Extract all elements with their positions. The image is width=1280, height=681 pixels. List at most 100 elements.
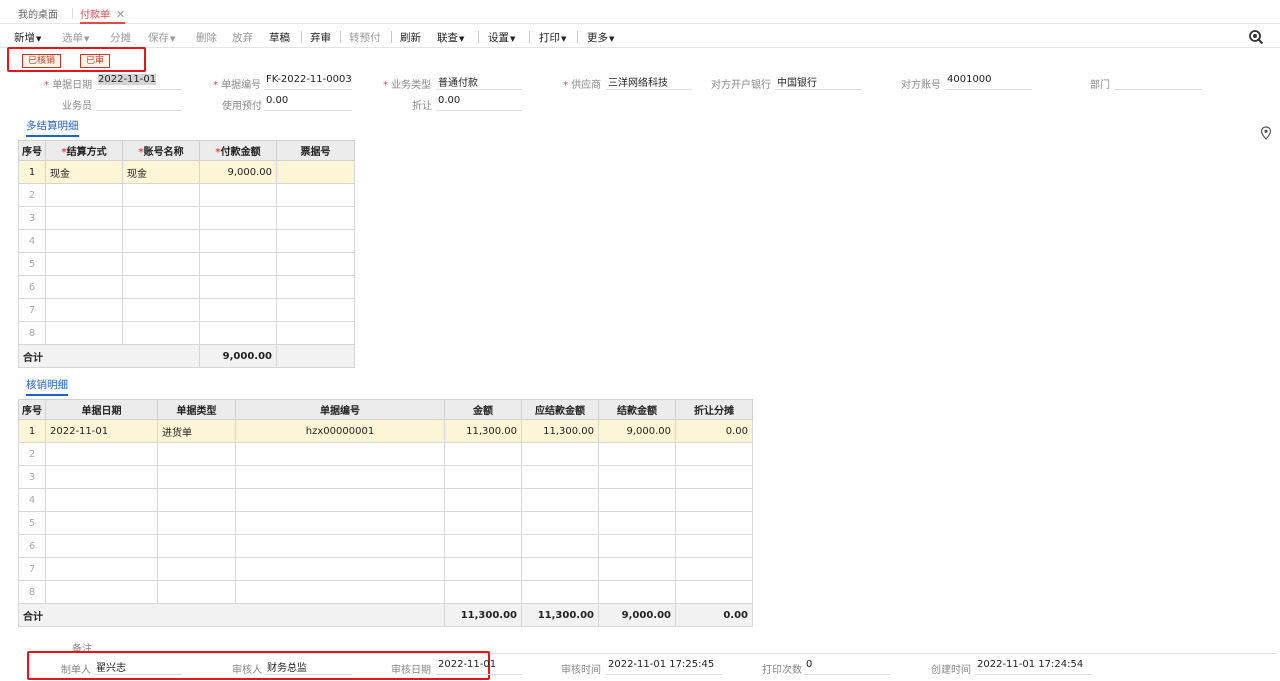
table-row[interactable]: 2 <box>18 442 753 466</box>
table-cell[interactable] <box>235 511 445 535</box>
save-button[interactable]: 保存▼ <box>148 30 175 45</box>
to-prepay-button[interactable]: 转预付 <box>349 30 381 45</box>
table-row[interactable]: 2 <box>18 183 355 207</box>
table-row[interactable]: 8 <box>18 580 753 604</box>
table-cell[interactable] <box>199 298 277 322</box>
table-cell[interactable] <box>521 442 599 466</box>
table-cell[interactable] <box>199 321 277 345</box>
table-row[interactable]: 7 <box>18 298 355 322</box>
table-cell[interactable] <box>276 275 355 299</box>
table-row[interactable]: 3 <box>18 465 753 489</box>
table-cell[interactable] <box>235 465 445 489</box>
table-cell[interactable] <box>122 183 200 207</box>
tab-home[interactable]: 我的桌面 <box>18 6 58 24</box>
new-button[interactable]: 新增▼ <box>14 30 41 45</box>
table-cell[interactable] <box>235 442 445 466</box>
table-cell[interactable] <box>675 580 753 604</box>
table-cell[interactable] <box>199 252 277 276</box>
table-cell[interactable] <box>45 321 123 345</box>
unaudit-button[interactable]: 弃审 <box>310 30 331 45</box>
table-cell[interactable] <box>521 557 599 581</box>
table-cell[interactable] <box>45 206 123 230</box>
table-cell[interactable] <box>675 465 753 489</box>
table-cell[interactable] <box>157 580 236 604</box>
table-cell[interactable] <box>45 275 123 299</box>
table-cell[interactable] <box>45 580 158 604</box>
table-cell[interactable] <box>45 442 158 466</box>
table-cell[interactable] <box>598 488 676 512</box>
table-cell[interactable] <box>45 183 123 207</box>
doc-no-field[interactable]: FK-2022-11-0003 <box>264 74 352 90</box>
doc-no-link[interactable]: hzx00000001 <box>235 419 445 443</box>
table-cell[interactable] <box>235 534 445 558</box>
table-cell[interactable] <box>675 557 753 581</box>
table-row[interactable]: 4 <box>18 488 753 512</box>
table-cell[interactable] <box>444 511 522 535</box>
table-cell[interactable] <box>122 229 200 253</box>
maker-field[interactable]: 翟兴志 <box>94 659 182 675</box>
table-cell[interactable] <box>276 321 355 345</box>
table-cell[interactable] <box>444 465 522 489</box>
linked-query-button[interactable]: 联查▼ <box>437 30 464 45</box>
table-cell[interactable] <box>598 511 676 535</box>
table-cell[interactable] <box>521 511 599 535</box>
table-cell[interactable] <box>45 511 158 535</box>
table-row[interactable]: 6 <box>18 534 753 558</box>
allocate-button[interactable]: 分摊 <box>110 30 131 45</box>
print-button[interactable]: 打印▼ <box>539 30 566 45</box>
table-cell[interactable] <box>122 252 200 276</box>
table-cell[interactable] <box>276 252 355 276</box>
auditor-field[interactable]: 财务总监 <box>265 659 352 675</box>
table-cell[interactable] <box>45 229 123 253</box>
prepay-field[interactable]: 0.00 <box>264 95 352 111</box>
table-cell[interactable] <box>276 229 355 253</box>
table-row[interactable]: 3 <box>18 206 355 230</box>
table-cell[interactable] <box>598 465 676 489</box>
ticket-no-cell[interactable] <box>276 160 355 184</box>
amount-cell[interactable]: 11,300.00 <box>444 419 522 443</box>
table-cell[interactable] <box>45 488 158 512</box>
table-row[interactable]: 4 <box>18 229 355 253</box>
account-name-cell[interactable]: 现金 <box>122 160 200 184</box>
discount-field[interactable]: 0.00 <box>436 95 522 111</box>
table-cell[interactable] <box>122 321 200 345</box>
table-cell[interactable] <box>157 557 236 581</box>
table-cell[interactable] <box>276 298 355 322</box>
table-cell[interactable] <box>598 580 676 604</box>
table-cell[interactable] <box>157 442 236 466</box>
location-pin-icon[interactable] <box>1260 126 1272 140</box>
table-row[interactable]: 6 <box>18 275 355 299</box>
table-row[interactable]: 1 2022-11-01 进货单 hzx00000001 11,300.00 1… <box>18 419 753 443</box>
discount-alloc-cell[interactable]: 0.00 <box>675 419 753 443</box>
table-cell[interactable] <box>675 442 753 466</box>
table-cell[interactable] <box>444 580 522 604</box>
table-cell[interactable] <box>122 206 200 230</box>
discard-button[interactable]: 放弃 <box>232 30 253 45</box>
table-cell[interactable] <box>199 206 277 230</box>
table-cell[interactable] <box>122 275 200 299</box>
table-cell[interactable] <box>199 275 277 299</box>
table-cell[interactable] <box>45 557 158 581</box>
zoom-search-icon[interactable] <box>1248 29 1264 45</box>
dept-field[interactable] <box>1114 74 1202 90</box>
table-cell[interactable] <box>598 442 676 466</box>
table-cell[interactable] <box>45 298 123 322</box>
table-cell[interactable] <box>157 465 236 489</box>
pay-amount-cell[interactable]: 9,000.00 <box>199 160 277 184</box>
print-count-field[interactable]: 0 <box>804 659 890 675</box>
table-cell[interactable] <box>675 511 753 535</box>
table-cell[interactable] <box>199 183 277 207</box>
table-cell[interactable] <box>157 511 236 535</box>
refresh-button[interactable]: 刷新 <box>400 30 421 45</box>
table-row[interactable]: 7 <box>18 557 753 581</box>
table-cell[interactable] <box>444 442 522 466</box>
table-cell[interactable] <box>157 488 236 512</box>
table-cell[interactable] <box>521 580 599 604</box>
audit-time-field[interactable]: 2022-11-01 17:25:45 <box>606 659 722 675</box>
table-cell[interactable] <box>235 557 445 581</box>
table-cell[interactable] <box>675 488 753 512</box>
settings-button[interactable]: 设置▼ <box>488 30 515 45</box>
close-icon[interactable]: ✕ <box>116 8 125 21</box>
table-cell[interactable] <box>45 465 158 489</box>
settlement-section-tab[interactable]: 多结算明细 <box>26 118 79 137</box>
